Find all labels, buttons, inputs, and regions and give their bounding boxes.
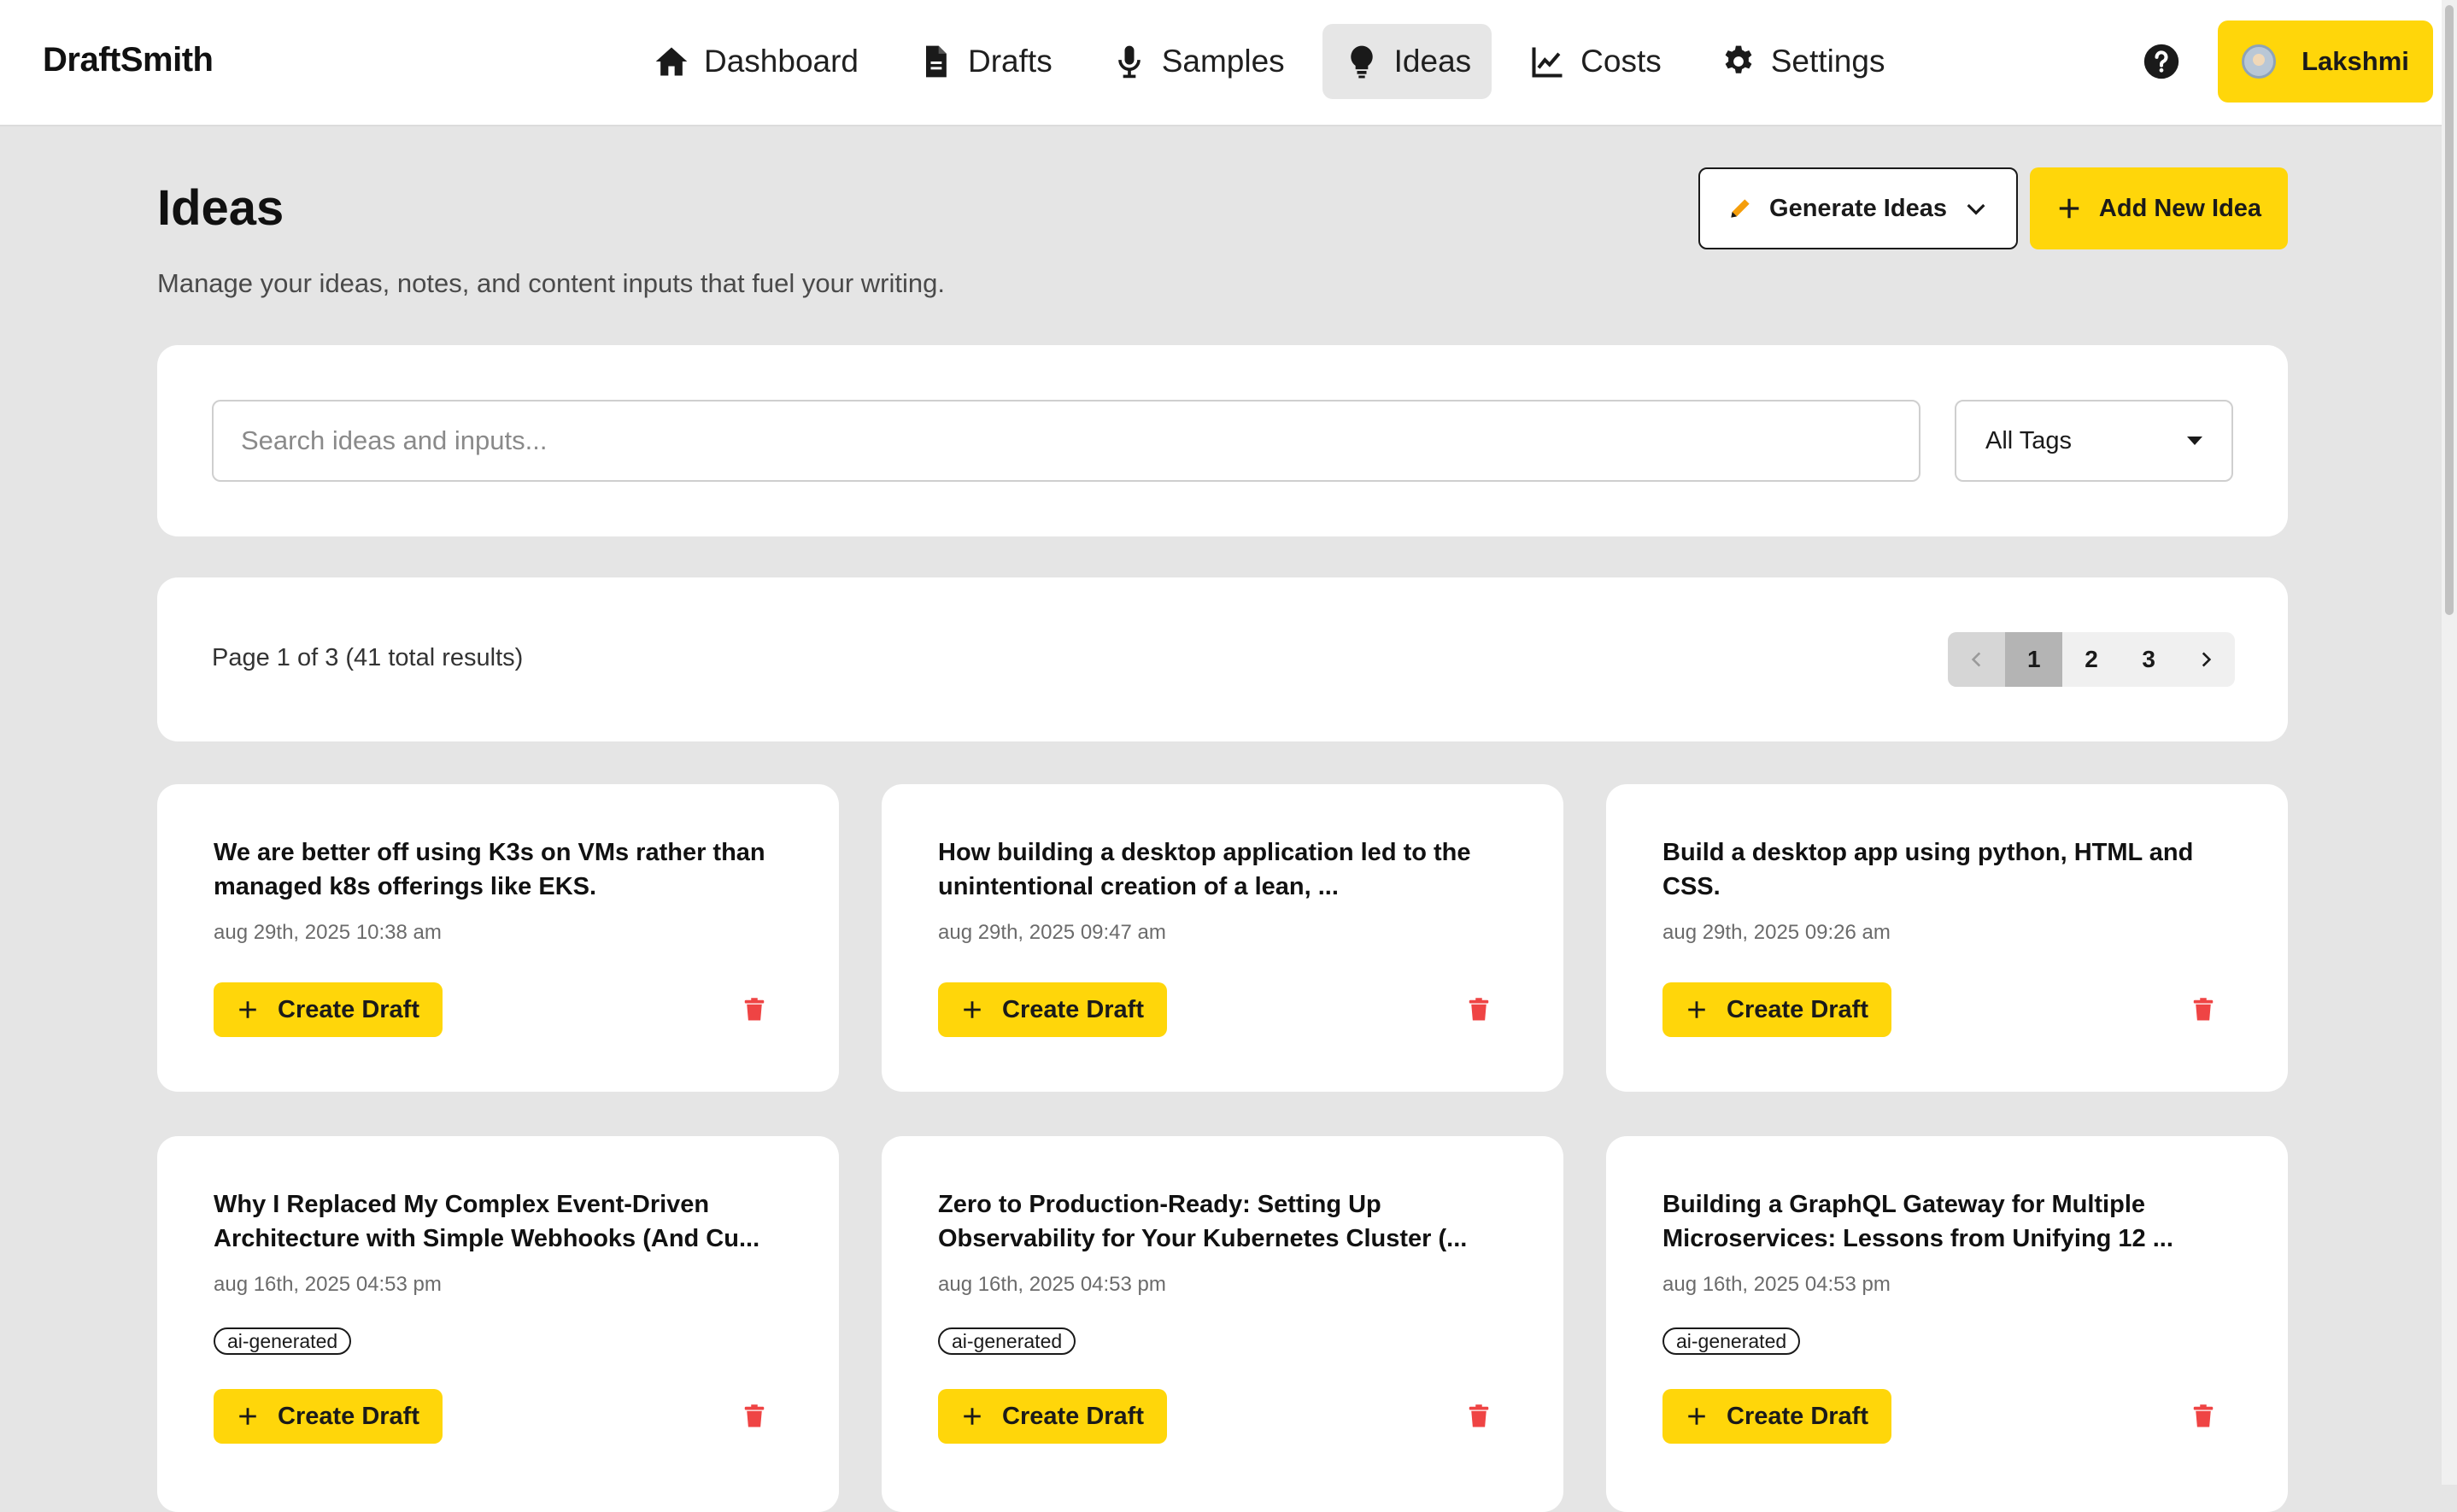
- create-draft-label: Create Draft: [1002, 995, 1144, 1023]
- trash-icon[interactable]: [742, 1403, 767, 1430]
- prev-page-button[interactable]: [1948, 632, 2006, 687]
- idea-card: How building a desktop application led t…: [882, 784, 1563, 1092]
- idea-card: Build a desktop app using python, HTML a…: [1606, 784, 2288, 1092]
- create-draft-label: Create Draft: [278, 1402, 419, 1430]
- nav-item-ideas[interactable]: Ideas: [1322, 24, 1492, 99]
- home-icon: [655, 47, 688, 76]
- create-draft-button[interactable]: Create Draft: [1662, 1389, 1891, 1444]
- idea-card: Zero to Production-Ready: Setting Up Obs…: [882, 1136, 1563, 1512]
- nav-item-costs[interactable]: Costs: [1509, 24, 1682, 99]
- avatar: [2242, 44, 2277, 79]
- nav-item-settings[interactable]: Settings: [1699, 24, 1906, 99]
- pencil-icon: [1731, 199, 1750, 218]
- generate-ideas-label: Generate Ideas: [1769, 194, 1947, 222]
- add-new-idea-label: Add New Idea: [2098, 194, 2262, 222]
- nav-item-label: Drafts: [968, 44, 1053, 79]
- create-draft-label: Create Draft: [1727, 995, 1868, 1023]
- nav-item-label: Samples: [1161, 44, 1285, 79]
- plus-icon: [239, 1001, 256, 1018]
- nav-item-drafts[interactable]: Drafts: [896, 24, 1073, 99]
- search-input[interactable]: [212, 400, 1920, 482]
- main-nav: Dashboard Drafts Samples Ideas Costs Set…: [632, 24, 1905, 99]
- chevron-down-icon: [1967, 203, 1985, 215]
- scrollbar-thumb[interactable]: [2445, 5, 2454, 615]
- tag-filter-select[interactable]: All Tags: [1955, 400, 2233, 482]
- idea-date: aug 16th, 2025 04:53 pm: [1662, 1273, 1891, 1296]
- idea-date: aug 16th, 2025 04:53 pm: [214, 1273, 442, 1296]
- pagination-controls: 1 2 3: [1948, 632, 2235, 687]
- nav-item-label: Ideas: [1393, 44, 1472, 79]
- file-icon: [926, 45, 947, 78]
- tag-badge: ai-generated: [214, 1327, 352, 1355]
- page-scrollbar[interactable]: [2442, 0, 2457, 1485]
- page-button-2[interactable]: 2: [2062, 632, 2120, 687]
- idea-card: Building a GraphQL Gateway for Multiple …: [1606, 1136, 2288, 1512]
- idea-title[interactable]: Building a GraphQL Gateway for Multiple …: [1662, 1187, 2243, 1256]
- trash-icon[interactable]: [1466, 996, 1492, 1023]
- nav-item-dashboard[interactable]: Dashboard: [632, 24, 879, 99]
- nav-item-label: Settings: [1770, 44, 1885, 79]
- user-name: Lakshmi: [2302, 46, 2409, 76]
- plus-icon: [1688, 1408, 1705, 1425]
- gear-icon: [1725, 45, 1752, 73]
- add-new-idea-button[interactable]: Add New Idea: [2030, 167, 2288, 249]
- help-icon[interactable]: [2143, 43, 2180, 80]
- plus-icon: [2059, 198, 2079, 219]
- nav-item-label: Costs: [1580, 44, 1662, 79]
- next-page-button[interactable]: [2178, 632, 2235, 687]
- plus-icon: [239, 1408, 256, 1425]
- page-info: Page 1 of 3 (41 total results): [212, 644, 524, 671]
- top-navigation-bar: DraftSmith Dashboard Drafts Samples Idea…: [0, 0, 2457, 126]
- idea-date: aug 29th, 2025 10:38 am: [214, 921, 442, 944]
- lightbulb-icon: [1350, 45, 1373, 79]
- chart-line-icon: [1532, 47, 1563, 78]
- tag-badge: ai-generated: [938, 1327, 1076, 1355]
- page-button-1[interactable]: 1: [2005, 632, 2063, 687]
- create-draft-label: Create Draft: [278, 995, 419, 1023]
- create-draft-label: Create Draft: [1727, 1402, 1868, 1430]
- pagination-panel: Page 1 of 3 (41 total results) 1 2 3: [157, 577, 2288, 741]
- search-panel: All Tags: [157, 345, 2288, 536]
- caret-down-icon: [2187, 437, 2202, 445]
- chevron-right-icon: [2202, 652, 2212, 667]
- trash-icon[interactable]: [2190, 996, 2216, 1023]
- idea-card: We are better off using K3s on VMs rathe…: [157, 784, 839, 1092]
- trash-icon[interactable]: [742, 996, 767, 1023]
- idea-title[interactable]: Zero to Production-Ready: Setting Up Obs…: [938, 1187, 1519, 1256]
- create-draft-button[interactable]: Create Draft: [214, 1389, 443, 1444]
- idea-title[interactable]: How building a desktop application led t…: [938, 835, 1519, 904]
- nav-item-samples[interactable]: Samples: [1090, 24, 1305, 99]
- idea-title[interactable]: Why I Replaced My Complex Event-Driven A…: [214, 1187, 795, 1256]
- idea-card: Why I Replaced My Complex Event-Driven A…: [157, 1136, 839, 1512]
- create-draft-button[interactable]: Create Draft: [214, 982, 443, 1037]
- trash-icon[interactable]: [1466, 1403, 1492, 1430]
- plus-icon: [964, 1001, 981, 1018]
- page-subtitle: Manage your ideas, notes, and content in…: [157, 268, 945, 298]
- create-draft-button[interactable]: Create Draft: [938, 1389, 1167, 1444]
- tag-badge: ai-generated: [1662, 1327, 1801, 1355]
- idea-date: aug 29th, 2025 09:26 am: [1662, 921, 1891, 944]
- page-button-3[interactable]: 3: [2120, 632, 2178, 687]
- microphone-icon: [1117, 45, 1141, 79]
- nav-item-label: Dashboard: [704, 44, 859, 79]
- trash-icon[interactable]: [2190, 1403, 2216, 1430]
- plus-icon: [1688, 1001, 1705, 1018]
- plus-icon: [964, 1408, 981, 1425]
- idea-date: aug 16th, 2025 04:53 pm: [938, 1273, 1166, 1296]
- brand-logo[interactable]: DraftSmith: [43, 41, 214, 79]
- create-draft-label: Create Draft: [1002, 1402, 1144, 1430]
- tag-filter-value: All Tags: [1985, 426, 2073, 454]
- idea-title[interactable]: Build a desktop app using python, HTML a…: [1662, 835, 2243, 904]
- idea-title[interactable]: We are better off using K3s on VMs rathe…: [214, 835, 795, 904]
- user-menu-button[interactable]: Lakshmi: [2218, 21, 2433, 103]
- chevron-left-icon: [1971, 652, 1980, 667]
- create-draft-button[interactable]: Create Draft: [1662, 982, 1891, 1037]
- idea-date: aug 29th, 2025 09:47 am: [938, 921, 1166, 944]
- page-title: Ideas: [157, 180, 284, 236]
- create-draft-button[interactable]: Create Draft: [938, 982, 1167, 1037]
- generate-ideas-button[interactable]: Generate Ideas: [1698, 167, 2018, 249]
